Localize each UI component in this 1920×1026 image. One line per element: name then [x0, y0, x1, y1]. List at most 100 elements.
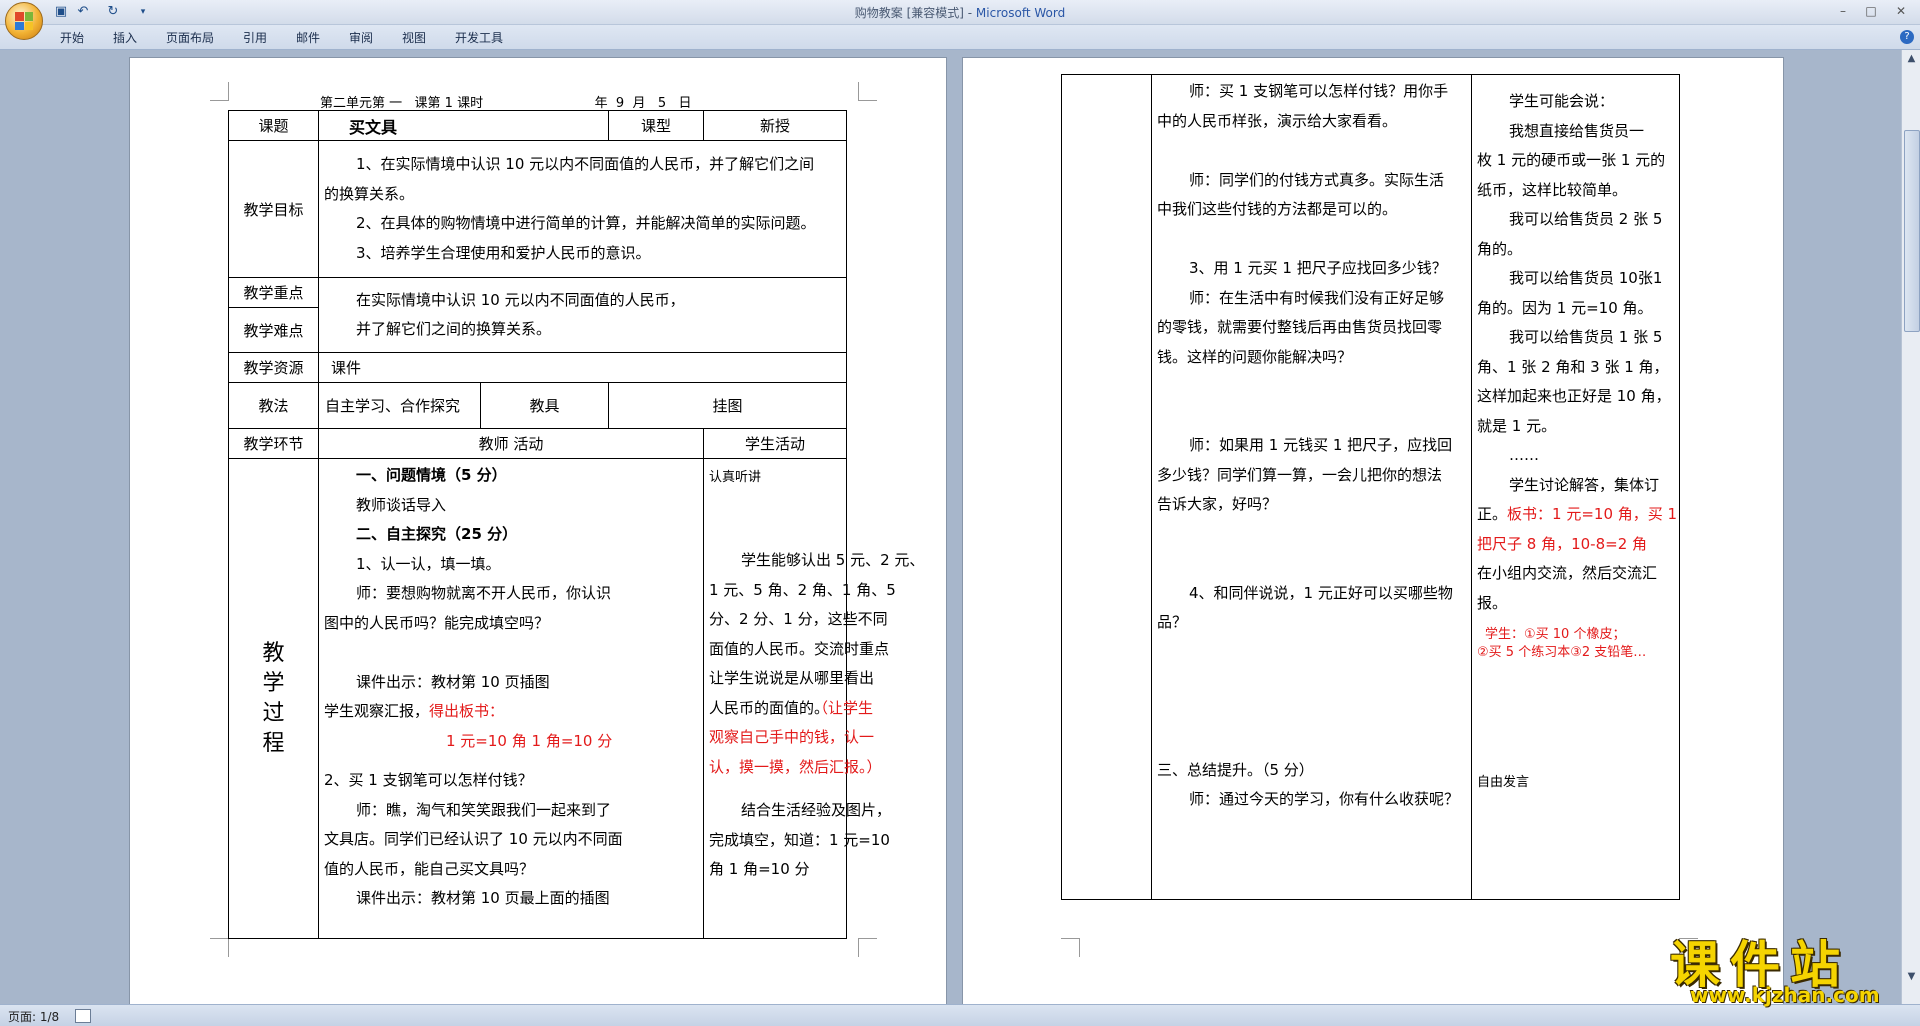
proofing-icon[interactable]: [75, 1009, 91, 1023]
student-line: 角的。因为 1 元=10 角。: [1477, 298, 1653, 317]
method-cell: 自主学习、合作探究 教具: [318, 382, 609, 429]
teacher-line: [1157, 136, 1466, 166]
tab-view[interactable]: 视图: [402, 29, 426, 46]
goal-line: 的换算关系。: [324, 184, 415, 203]
teacher-line: 师：同学们的付钱方式真多。实际生活: [1189, 170, 1445, 189]
window-title: 购物教案 [兼容模式] - Microsoft Word: [854, 6, 1066, 20]
student-line: 角、1 张 2 角和 3 张 1 角，: [1477, 357, 1669, 376]
difficulty-label: 教学难点: [228, 307, 319, 353]
teacher-line: [324, 638, 698, 668]
resource-value: 课件: [318, 352, 847, 383]
method-value: 自主学习、合作探究: [319, 383, 481, 428]
stage-label: 教学环节: [228, 428, 319, 459]
goals-cell: 1、在实际情境中认识 10 元以内不同面值的人民币，并了解它们之间 的换算关系。…: [318, 140, 847, 278]
process-char: 程: [262, 730, 285, 756]
office-button[interactable]: [5, 2, 43, 40]
tab-page-layout[interactable]: 页面布局: [166, 29, 214, 46]
teacher-line: [1157, 520, 1466, 550]
tab-insert[interactable]: 插入: [113, 29, 137, 46]
teacher-line: 中我们这些付钱的方法都是可以的。: [1157, 200, 1398, 218]
teacher-line: 值的人民币，能自己买文具吗？: [324, 859, 535, 878]
student-lines-right: 学生可能会说： 我想直接给售货员一枚 1 元的硬币或一张 1 元的 纸币，这样比较简…: [1477, 87, 1674, 471]
teacher-line: 师：买 1 支钢笔可以怎样付钱？用你手: [1189, 82, 1449, 100]
student-small-red: 学生：①买 10 个橡皮；: [1485, 627, 1626, 642]
goal-line: 1、在实际情境中认识 10 元以内不同面值的人民币，并了解它们之间: [356, 155, 815, 173]
minimize-button[interactable]: –: [1832, 3, 1854, 19]
board-line: 1 元=10 角 1 角=10 分: [446, 731, 613, 750]
crop-mark: [210, 82, 229, 101]
teacher-line: 课件出示：教材第 10 页最上面的插图: [356, 889, 610, 907]
student-line: 结合生活经验及图片，: [741, 801, 892, 819]
teacher-line: 文具店。同学们已经认识了 10 元以内不同面: [324, 830, 623, 848]
teacher-line: 三、总结提升。（5 分）: [1157, 760, 1314, 779]
teacher-line: 钱。这样的问题你能解决吗？: [1157, 347, 1353, 366]
office-logo-icon: [15, 12, 33, 30]
tab-developer[interactable]: 开发工具: [455, 29, 503, 46]
teacher-line: 告诉大家，好吗？: [1157, 495, 1278, 513]
student-group-line: 在小组内交流，然后交流汇: [1477, 564, 1658, 582]
teacher-lines-2: 2、买 1 支钢笔可以怎样付钱？ 师：瞧，淘气和笑笑跟我们一起来到了 文具店。同学们…: [324, 766, 698, 914]
student-line: 就是 1 元。: [1477, 416, 1557, 435]
student-line: 我可以给售货员 2 张 5: [1509, 210, 1663, 228]
type-label: 课型: [608, 110, 704, 141]
student-line: 我想直接给售货员一: [1509, 121, 1645, 140]
teacher-line: 一、问题情境（5 分）: [356, 466, 507, 484]
student-line: 让学生说说是从哪里看出: [709, 669, 875, 687]
help-icon[interactable]: ?: [1900, 30, 1914, 44]
student-line: 面值的人民币。交流时重点: [709, 639, 890, 658]
watermark-url: www.kjzhan.com: [1690, 983, 1880, 1007]
student-red-line: 观察自己手中的钱，认一: [709, 728, 875, 746]
observe-line: 学生观察汇报，得出板书：: [324, 702, 505, 720]
teacher-line: 师：瞧，淘气和笑笑跟我们一起来到了: [356, 800, 612, 819]
tab-home[interactable]: 开始: [60, 29, 84, 46]
teacher-line: [1157, 225, 1466, 255]
page-indicator[interactable]: 页面: 1/8: [8, 1008, 59, 1025]
resource-label: 教学资源: [228, 352, 319, 383]
student-line: [709, 517, 841, 547]
document-page-1: 第二单元第 一 课第 1 课时 年 9 月 5 日 课题 买文具 课型 新授 教…: [130, 58, 946, 1008]
student-line: 枚 1 元的硬币或一张 1 元的: [1477, 151, 1666, 169]
crop-mark: [858, 82, 877, 101]
student-line: 角 1 角=10 分: [709, 860, 810, 878]
maximize-button[interactable]: □: [1860, 3, 1882, 19]
teacher-line: 品？: [1157, 613, 1188, 631]
student-discuss-line: 学生讨论解答，集体订: [1509, 475, 1660, 494]
student-lines-2: 结合生活经验及图片， 完成填空，知道：1 元=10 角 1 角=10 分: [709, 796, 892, 885]
process-char: 教: [262, 640, 285, 666]
lesson-plan-table: 课题 买文具 课型 新授 教学目标 1、在实际情境中认识 10 元以内不同面值的…: [228, 110, 924, 939]
teacher-line: 4、和同伴说说，1 元正好可以买哪些物: [1189, 583, 1453, 602]
student-group-line: 报。: [1477, 593, 1508, 612]
student-activity-cell: 认真听讲 学生能够认出 5 元、2 元、 1 元、5 角、2 角、1 角、5 分、2…: [703, 458, 924, 939]
vertical-scrollbar[interactable]: ▲ ▼: [1901, 50, 1920, 1004]
teacher-lines: 一、问题情境（5 分） 教师谈话导入 二、自主探究（25 分） 1、认一认，填一填。师…: [324, 461, 698, 697]
key-point-label: 教学重点: [228, 277, 319, 308]
lesson-header: 第二单元第 一 课第 1 课时 年 9 月 5 日: [320, 96, 692, 111]
student-line: 1 元、5 角、2 角、1 角、5: [709, 580, 896, 599]
student-line: 我可以给售货员 10张1: [1509, 269, 1663, 287]
student-line: 我可以给售货员 1 张 5: [1509, 328, 1663, 346]
tab-review[interactable]: 审阅: [349, 29, 373, 46]
teacher-line: 课件出示：教材第 10 页插图: [356, 672, 550, 691]
status-bar: 页面: 1/8: [0, 1004, 1920, 1026]
tools-label: 教具: [529, 397, 560, 415]
scroll-up-icon[interactable]: ▲: [1905, 52, 1918, 66]
scroll-thumb[interactable]: [1904, 130, 1920, 332]
goals-label: 教学目标: [228, 140, 319, 278]
teacher-lines-right: 师：买 1 支钢笔可以怎样付钱？用你手 中的人民币样张，演示给大家看看。 师：同学…: [1157, 77, 1466, 815]
empty-stage-cell: [1061, 74, 1152, 900]
crop-mark: [858, 938, 877, 957]
crop-mark: [1061, 938, 1080, 957]
close-button[interactable]: ✕: [1890, 3, 1912, 19]
teacher-line: [1157, 667, 1466, 697]
student-free-line: 自由发言: [1477, 775, 1530, 790]
teacher-line: 师：通过今天的学习，你有什么收获呢？: [1189, 790, 1460, 808]
teacher-line: 的零钱，就需要付整钱后再由售货员找回零: [1157, 318, 1443, 336]
teacher-line: [1157, 726, 1466, 756]
teacher-line: 师：如果用 1 元钱买 1 把尺子，应找回: [1189, 436, 1453, 454]
tab-mailings[interactable]: 邮件: [296, 29, 320, 46]
tab-references[interactable]: 引用: [243, 29, 267, 46]
document-page-2: 师：买 1 支钢笔可以怎样付钱？用你手 中的人民币样张，演示给大家看看。 师：同学…: [963, 58, 1783, 1008]
teacher-activity-cell: 一、问题情境（5 分） 教师谈话导入 二、自主探究（25 分） 1、认一认，填一填。师…: [318, 458, 704, 939]
method-label: 教法: [228, 382, 319, 429]
student-line: [709, 487, 841, 517]
